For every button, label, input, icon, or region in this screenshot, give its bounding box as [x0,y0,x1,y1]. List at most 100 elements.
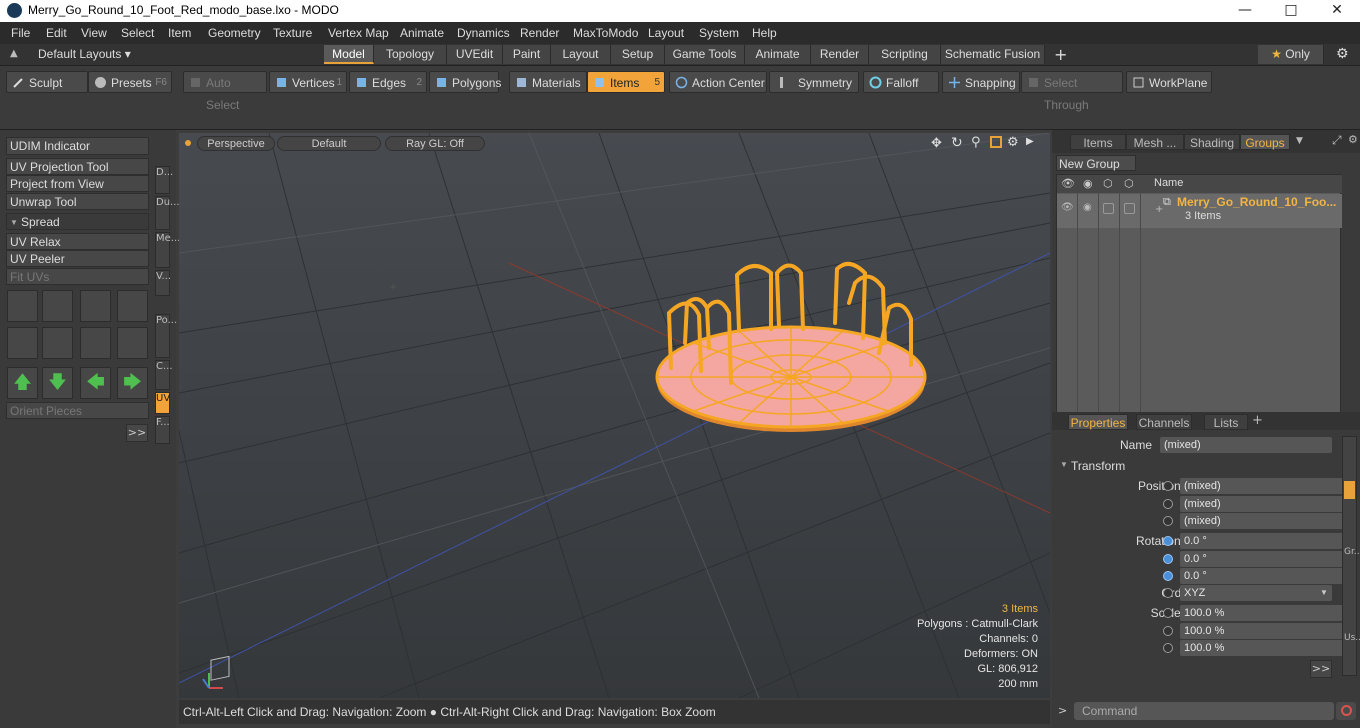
tab-lists[interactable]: Lists [1204,414,1248,430]
snapping-button[interactable]: Snapping [942,71,1020,93]
tab-paint[interactable]: Paint [503,45,551,64]
row-visibility-icon[interactable]: 👁 [1061,202,1074,213]
auto-select-button[interactable]: Auto Select [183,71,267,112]
new-group-button[interactable]: New Group [1056,155,1136,171]
select-through-button[interactable]: Select Through [1021,71,1123,112]
gear-icon[interactable]: ⚙ [1336,46,1349,62]
tab-groups[interactable]: Groups [1240,134,1290,150]
menu-dynamics[interactable]: Dynamics [457,26,510,40]
order-dropdown-icon[interactable]: ▼ [1320,588,1328,597]
tab-setup[interactable]: Setup [611,45,665,64]
zoom-icon[interactable]: ⚲ [971,135,981,150]
materials-button[interactable]: Materials [509,71,587,93]
project-from-view-button[interactable]: Project from View [6,175,149,192]
uv-sphere-icon[interactable] [117,327,148,359]
menu-vertex-map[interactable]: Vertex Map [328,26,389,40]
scale-y-keyframe[interactable] [1163,626,1173,636]
vtab-c[interactable]: C... [155,360,173,390]
sculpt-button[interactable]: Sculpt [6,71,88,93]
close-button[interactable]: ✕ [1314,0,1360,22]
viewport-menu-dot-icon[interactable] [185,140,191,146]
menu-geometry[interactable]: Geometry [208,26,261,40]
vtab-us[interactable]: Us... [1344,633,1360,643]
lock-cube-icon[interactable]: ⬡ [1103,177,1113,190]
vtab-uv[interactable]: UV [155,392,170,414]
maximize-button[interactable]: □ [1268,0,1314,22]
vtab-v[interactable]: V... [155,270,171,296]
scale-z-field[interactable]: 100.0 % [1180,640,1356,656]
tab-topology[interactable]: Topology [374,45,447,64]
tab-channels[interactable]: Channels [1136,414,1192,430]
order-keyframe[interactable] [1163,588,1173,598]
scale-z-keyframe[interactable] [1163,643,1173,653]
minimize-button[interactable]: — [1222,0,1268,22]
tab-uvedit[interactable]: UVEdit [447,45,503,64]
tab-animate[interactable]: Animate [745,45,811,64]
tab-mesh[interactable]: Mesh ... [1126,134,1184,150]
uv-move-icon[interactable] [80,290,111,322]
menu-animate[interactable]: Animate [400,26,444,40]
tab-render[interactable]: Render [811,45,869,64]
visibility-eye-icon[interactable]: 👁 [1061,177,1075,190]
presets-button[interactable]: Presets F6 [88,71,172,93]
symmetry-button[interactable]: Symmetry [769,71,859,93]
rotation-y-field[interactable]: 0.0 ° [1180,551,1356,567]
more-tools-button[interactable]: >> [126,424,148,442]
viewport-settings-icon[interactable]: ⚙ [1007,135,1019,150]
order-select[interactable]: XYZ [1180,585,1332,601]
uv-plane-icon[interactable] [42,327,73,359]
udim-indicator-button[interactable]: UDIM Indicator [6,137,149,155]
select-cube-icon[interactable]: ⬡ [1124,177,1134,190]
rotation-x-field[interactable]: 0.0 ° [1180,533,1356,549]
menu-view[interactable]: View [81,26,107,40]
scale-y-field[interactable]: 100.0 % [1180,623,1356,639]
tab-shading[interactable]: Shading [1184,134,1240,150]
polygons-button[interactable]: Polygons [429,71,501,93]
menu-system[interactable]: System [699,26,739,40]
command-input[interactable]: Command [1074,702,1334,720]
align-down-icon[interactable]: 🡇 [42,367,73,399]
rotation-z-field[interactable]: 0.0 ° [1180,568,1356,584]
pan-icon[interactable]: ✥ [931,136,942,151]
vtab-po[interactable]: Po... [155,314,177,358]
menu-maxtomodo[interactable]: MaxToModo [573,26,638,40]
scale-x-field[interactable]: 100.0 % [1180,605,1356,621]
fit-uvs-button[interactable]: Fit UVs [6,268,149,285]
panel-settings-icon[interactable]: ⚙ [1348,133,1358,146]
position-y-field[interactable]: (mixed) [1180,496,1356,512]
falloff-button[interactable]: Falloff [863,71,939,93]
uv-rotate-icon[interactable] [42,290,73,322]
vtab-du[interactable]: Du... [155,196,180,230]
position-x-keyframe[interactable] [1163,481,1173,491]
uv-relax-button[interactable]: UV Relax [6,233,149,250]
edges-button[interactable]: Edges 2 [349,71,427,93]
raygl-button[interactable]: Ray GL: Off [385,136,485,151]
menu-layout[interactable]: Layout [648,26,684,40]
position-y-keyframe[interactable] [1163,499,1173,509]
menu-select[interactable]: Select [121,26,154,40]
row-select-checkbox[interactable] [1124,203,1135,214]
uv-box-icon[interactable] [117,290,148,322]
menu-file[interactable]: File [11,26,30,40]
menu-render[interactable]: Render [520,26,559,40]
record-button[interactable] [1336,702,1356,720]
action-center-button[interactable]: Action Center [669,71,767,93]
row-render-icon[interactable]: ◉ [1083,202,1092,213]
uv-projection-tool-button[interactable]: UV Projection Tool [6,158,149,175]
position-z-keyframe[interactable] [1163,516,1173,526]
group-row[interactable]: 👁 ◉ + ⧉ Merry_Go_Round_10_Foo... 3 Items [1057,194,1342,228]
tab-items[interactable]: Items [1070,134,1126,150]
transform-header[interactable]: ▼ Transform [1052,458,1352,474]
render-icon[interactable]: ◉ [1083,177,1093,190]
viewport-expand-arrow-icon[interactable]: ▶ [1026,136,1034,147]
spread-section[interactable]: ▼ Spread [6,213,149,230]
tab-schematic-fusion[interactable]: Schematic Fusion [941,45,1045,64]
perspective-button[interactable]: Perspective [197,136,275,151]
align-left-icon[interactable]: 🡄 [80,367,111,399]
menu-help[interactable]: Help [752,26,777,40]
menu-edit[interactable]: Edit [46,26,67,40]
tab-dropdown-icon[interactable]: ▼ [1296,136,1303,146]
vtab-gr[interactable]: Gr... [1344,547,1360,557]
add-prop-tab-icon[interactable]: + [1252,413,1263,428]
tab-model[interactable]: Model [324,45,374,64]
